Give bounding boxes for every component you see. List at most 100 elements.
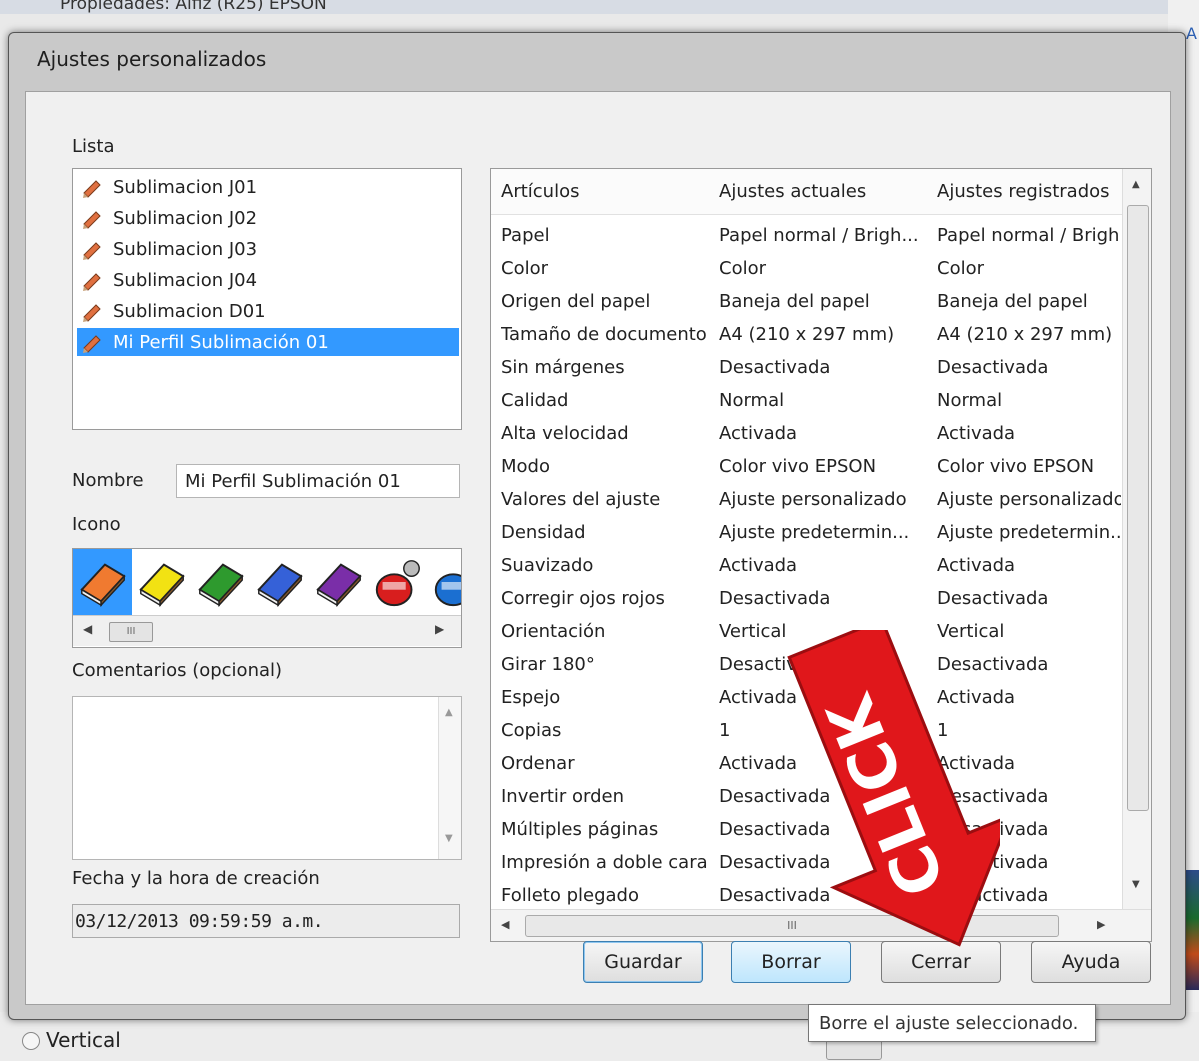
table-cell-item: Impresión a doble cara — [501, 852, 707, 873]
table-cell-item: Orientación — [501, 621, 606, 642]
icon-picker[interactable]: ◀ III ▶ — [72, 548, 462, 648]
icon-picker-scrollbar[interactable]: ◀ III ▶ — [73, 615, 461, 646]
scroll-down-icon[interactable]: ▼ — [1132, 879, 1140, 890]
table-cell-item: Tamaño de documento — [501, 324, 707, 345]
pencil-eraser-icon — [83, 335, 101, 353]
table-cell-registered: Activada — [937, 423, 1016, 444]
scroll-up-icon[interactable]: ▲ — [445, 707, 453, 718]
table-cell-registered: Color vivo EPSON — [937, 456, 1095, 477]
table-vscroll-thumb[interactable] — [1127, 205, 1149, 811]
column-header-articulos[interactable]: Artículos — [491, 169, 709, 215]
nombre-label: Nombre — [72, 470, 144, 491]
table-cell-item: Copias — [501, 720, 562, 741]
table-vertical-scrollbar[interactable]: ▲ ▼ — [1122, 169, 1151, 909]
blue-book-pencil-icon[interactable] — [250, 549, 309, 615]
borrar-tooltip: Borre el ajuste seleccionado. — [808, 1004, 1096, 1042]
list-item-label: Sublimacion J04 — [113, 269, 258, 291]
table-cell-item: Folleto plegado — [501, 885, 639, 906]
table-cell-item: Densidad — [501, 522, 586, 543]
table-row[interactable]: Color Color Color — [491, 252, 1121, 285]
table-cell-registered: Activada — [937, 555, 1016, 576]
scroll-up-icon[interactable]: ▲ — [1132, 179, 1140, 190]
list-item[interactable]: Sublimacion J04 — [77, 266, 459, 294]
red-printer-person-icon[interactable] — [368, 549, 427, 615]
green-book-pencil-icon[interactable] — [191, 549, 250, 615]
orange-book-pencil-icon[interactable] — [73, 549, 132, 615]
table-row[interactable]: Sin márgenes Desactivada Desactivada — [491, 351, 1121, 384]
table-cell-item: Origen del papel — [501, 291, 651, 312]
settings-listbox[interactable]: Sublimacion J01 Sublimacion J02 Sublimacio… — [72, 168, 462, 430]
table-cell-item: Calidad — [501, 390, 569, 411]
table-row[interactable]: Suavizado Activada Activada — [491, 549, 1121, 582]
click-arrow-annotation: CLICK — [787, 630, 1000, 947]
table-cell-current: Color — [719, 258, 766, 279]
table-cell-current: Activada — [719, 423, 798, 444]
yellow-book-pencil-icon[interactable] — [132, 549, 191, 615]
scroll-down-icon[interactable]: ▼ — [445, 833, 453, 844]
table-row[interactable]: Origen del papel Baneja del papel Baneja d… — [491, 285, 1121, 318]
table-cell-registered: Normal — [937, 390, 1003, 411]
table-row[interactable]: Tamaño de documento A4 (210 x 297 mm) A4 (… — [491, 318, 1121, 351]
background-window-title: Propiedades: Alfiz (R25) EPSON — [60, 0, 327, 14]
fecha-field: 03/12/2013 09:59:59 a.m. — [72, 904, 460, 938]
table-cell-registered: Ajuste predetermin.. — [937, 522, 1121, 543]
table-row[interactable]: Corregir ojos rojos Desactivada Desactivad… — [491, 582, 1121, 615]
list-item[interactable]: Sublimacion D01 — [77, 297, 459, 325]
list-item-label: Sublimacion J02 — [113, 207, 258, 229]
vertical-radio[interactable] — [22, 1032, 40, 1050]
table-row[interactable]: Modo Color vivo EPSON Color vivo EPSON — [491, 450, 1121, 483]
scroll-thumb[interactable]: III — [109, 622, 153, 642]
dialog-title: Ajustes personalizados — [37, 47, 267, 71]
list-item-label: Mi Perfil Sublimación 01 — [113, 331, 329, 353]
table-cell-current: Color vivo EPSON — [719, 456, 877, 477]
table-cell-item: Espejo — [501, 687, 561, 708]
scroll-right-arrow-icon[interactable]: ▶ — [1097, 918, 1105, 931]
pencil-eraser-icon — [83, 304, 101, 322]
pencil-eraser-icon — [83, 273, 101, 291]
list-item[interactable]: Sublimacion J01 — [77, 173, 459, 201]
nombre-field[interactable]: Mi Perfil Sublimación 01 — [176, 464, 460, 498]
table-cell-item: Invertir orden — [501, 786, 625, 807]
comentarios-label: Comentarios (opcional) — [72, 660, 283, 681]
pencil-eraser-icon — [83, 242, 101, 260]
list-item-label: Sublimacion J01 — [113, 176, 258, 198]
table-cell-current: Ajuste predetermin... — [719, 522, 910, 543]
table-cell-item: Valores del ajuste — [501, 489, 661, 510]
table-cell-current: Desactivada — [719, 588, 831, 609]
list-item-label: Sublimacion D01 — [113, 300, 266, 322]
table-cell-item: Modo — [501, 456, 550, 477]
table-cell-item: Alta velocidad — [501, 423, 629, 444]
table-cell-registered: A4 (210 x 297 mm) — [937, 324, 1113, 345]
purple-book-pencil-icon[interactable] — [309, 549, 368, 615]
table-row[interactable]: Alta velocidad Activada Activada — [491, 417, 1121, 450]
table-cell-item: Girar 180° — [501, 654, 595, 675]
comentarios-scrollbar[interactable]: ▲ ▼ — [438, 697, 461, 859]
table-row[interactable]: Densidad Ajuste predetermin... Ajuste pred… — [491, 516, 1121, 549]
pencil-eraser-icon — [83, 211, 101, 229]
table-cell-current: Papel normal / Brigh... — [719, 225, 919, 246]
scroll-left-arrow-icon[interactable]: ◀ — [501, 918, 509, 931]
comentarios-textarea[interactable]: ▲ ▼ — [72, 696, 462, 860]
icono-label: Icono — [72, 514, 121, 535]
list-item[interactable]: Mi Perfil Sublimación 01 — [77, 328, 459, 356]
scroll-left-arrow-icon[interactable]: ◀ — [83, 622, 92, 636]
blue-printer-person-icon[interactable] — [427, 549, 461, 615]
list-item-label: Sublimacion J03 — [113, 238, 258, 260]
column-header-ajustes-registrados[interactable]: Ajustes registrados — [927, 169, 1123, 215]
vertical-radio-label: Vertical — [46, 1028, 121, 1052]
table-cell-registered: Desactivada — [937, 588, 1049, 609]
table-row[interactable]: Calidad Normal Normal — [491, 384, 1121, 417]
table-cell-current: Desactivada — [719, 357, 831, 378]
ayuda-button[interactable]: Ayuda — [1031, 941, 1151, 983]
fecha-label: Fecha y la hora de creación — [72, 868, 320, 889]
table-row[interactable]: Papel Papel normal / Brigh... Papel normal… — [491, 219, 1121, 252]
table-cell-item: Múltiples páginas — [501, 819, 659, 840]
list-item[interactable]: Sublimacion J02 — [77, 204, 459, 232]
column-header-ajustes-actuales[interactable]: Ajustes actuales — [709, 169, 927, 215]
table-row[interactable]: Valores del ajuste Ajuste personalizado Aj… — [491, 483, 1121, 516]
background-link[interactable]: A — [1186, 24, 1197, 43]
custom-settings-dialog: Ajustes personalizados Lista Sublimacion… — [8, 32, 1186, 1020]
list-item[interactable]: Sublimacion J03 — [77, 235, 459, 263]
scroll-right-arrow-icon[interactable]: ▶ — [435, 622, 444, 636]
guardar-button[interactable]: Guardar — [583, 941, 703, 983]
